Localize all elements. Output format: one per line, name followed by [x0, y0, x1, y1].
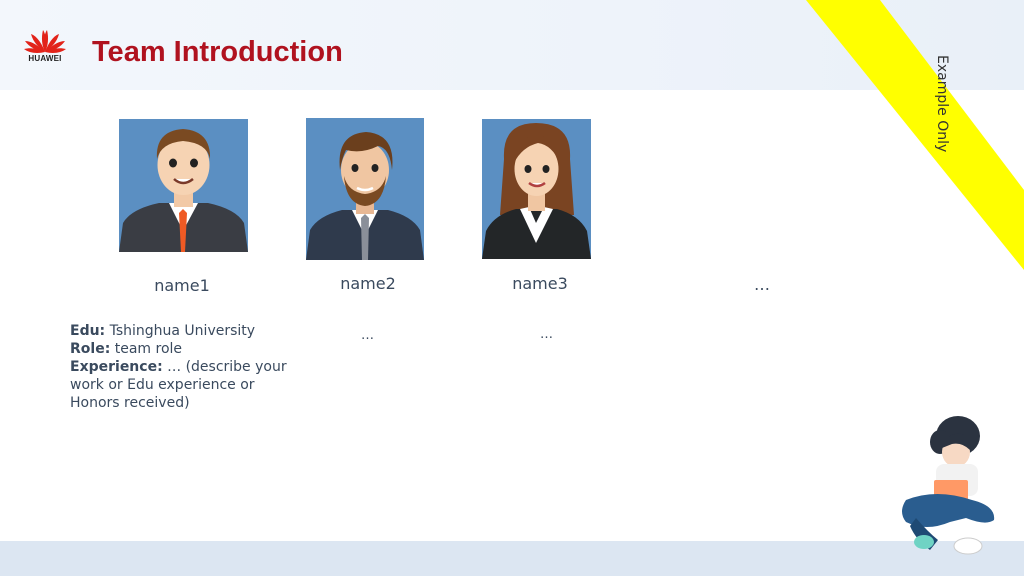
member-3-name: name3	[512, 274, 568, 293]
experience-row: Experience: … (describe your work or Edu…	[70, 358, 290, 412]
edu-value: Tshinghua University	[109, 323, 256, 339]
brand-name: HUAWEI	[28, 54, 62, 63]
role-label: Role:	[70, 341, 111, 357]
more-members-ellipsis: …	[754, 275, 770, 294]
edu-row: Edu: Tshinghua University	[70, 322, 290, 340]
role-value: team role	[114, 341, 183, 357]
member-3-avatar	[482, 119, 591, 259]
member-3-details: …	[540, 327, 553, 342]
woman-long-hair-avatar-icon	[482, 119, 591, 259]
man-red-tie-avatar-icon	[119, 119, 248, 252]
girl-with-laptop-mascot-icon	[902, 416, 995, 555]
member-2-details: …	[361, 328, 374, 343]
footer-band	[0, 541, 1024, 576]
member-2-name: name2	[340, 274, 396, 293]
bearded-man-avatar-icon	[306, 118, 424, 260]
member-2-avatar	[306, 118, 424, 260]
member-1-name: name1	[154, 276, 210, 295]
member-1-avatar	[119, 119, 248, 252]
page-title: Team Introduction	[92, 36, 343, 68]
experience-label: Experience:	[70, 359, 163, 375]
edu-label: Edu:	[70, 323, 106, 339]
example-only-label: Example Only	[934, 55, 950, 153]
role-row: Role: team role	[70, 340, 290, 358]
member-1-details: Edu: Tshinghua University Role: team rol…	[70, 322, 290, 412]
